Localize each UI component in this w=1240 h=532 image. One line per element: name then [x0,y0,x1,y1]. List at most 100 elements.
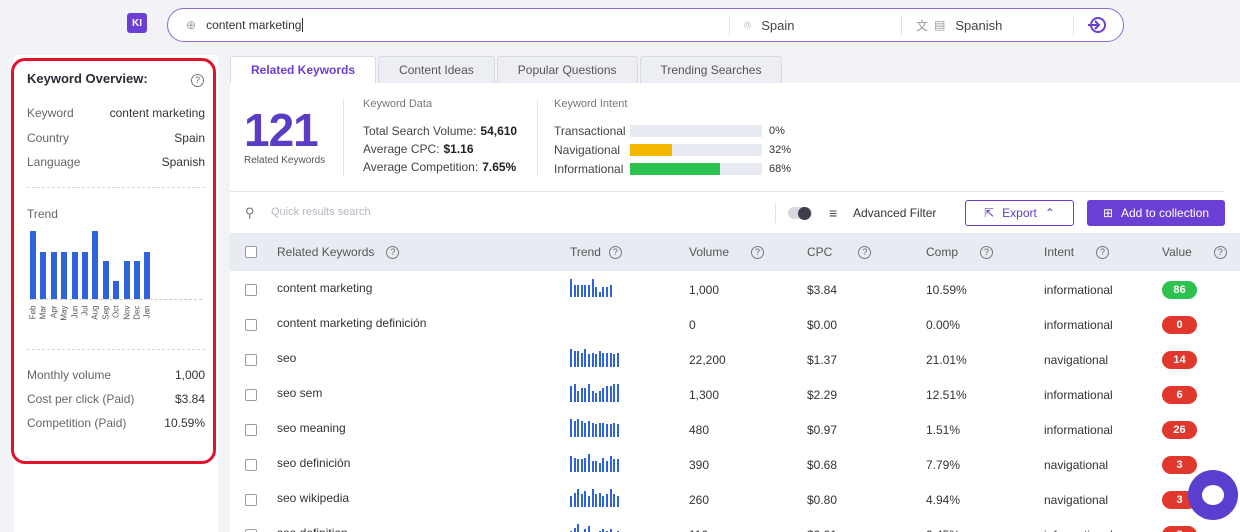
col-trend-header[interactable]: Trend? [570,245,622,259]
trend-sparkline [570,524,619,532]
divider [343,100,344,176]
export-label: Export [1002,206,1037,220]
sparkline-bar [580,387,583,402]
sparkline-bar [587,420,590,437]
value-badge: 86 [1162,281,1197,299]
export-button[interactable]: ⇱ Export ⌃ [965,200,1074,226]
intent-cell: informational [1044,318,1113,332]
chat-button[interactable] [1188,470,1238,520]
filter-icon[interactable]: ≡ [829,205,837,221]
value-badge: 8 [1162,526,1197,532]
keyword-link[interactable]: seo sem [277,386,322,400]
comp-cell: 1.51% [926,423,961,437]
volume-cell: 0 [689,318,696,332]
intent-bar-fill [630,163,720,175]
col-volume-header[interactable]: Volume? [689,245,765,259]
intent-cell: navigational [1044,493,1109,507]
keyword-link[interactable]: seo wikipedia [277,491,349,505]
trend-bar [144,252,151,299]
keyword-link[interactable]: content marketing [277,281,372,295]
trend-bar [81,252,88,299]
tab-trending-searches[interactable]: Trending Searches [639,56,783,83]
row-checkbox[interactable] [245,319,257,331]
sparkline-bar [595,461,598,472]
sparkline-bar [602,457,605,472]
row-checkbox[interactable] [245,354,257,366]
divider [27,187,205,188]
trend-month-label: Aug [90,305,100,320]
trend-bar [30,231,36,299]
tab-related-keywords[interactable]: Related Keywords [230,56,377,83]
trend-bar [113,280,120,299]
row-checkbox[interactable] [245,284,257,296]
sparkline-bar [598,422,601,437]
sparkline-bar [584,457,587,472]
sparkline-bar [595,494,598,507]
sparkline-bar [573,350,576,367]
trend-sparkline [570,419,619,437]
comp-cell: 12.51% [926,388,967,402]
tab-popular-questions[interactable]: Popular Questions [496,56,638,83]
intent-bar-track [630,125,762,137]
volume-cell: 390 [689,458,710,472]
sparkline-bar [605,352,608,367]
trend-sparkline [570,489,619,507]
row-checkbox[interactable] [245,494,257,506]
row-checkbox[interactable] [245,389,257,401]
overview-language-row: Language Spanish [27,155,205,169]
app-logo[interactable]: KI [127,13,147,33]
sparkline-bar [591,279,594,297]
sparkline-bar [577,350,580,367]
sparkline-bar [605,461,608,472]
intent-cell: informational [1044,528,1113,532]
col-comp-header[interactable]: Comp? [926,245,994,259]
select-all-checkbox[interactable] [245,246,257,258]
keyword-link[interactable]: seo definition [277,526,348,532]
language-select[interactable]: 文 ▤ Spanish [902,15,1074,35]
overview-keyword-row: Keyword content marketing [27,106,205,120]
divider [537,100,538,176]
value-badge: 6 [1162,386,1197,404]
sparkline-bar [609,284,612,297]
intent-bar-fill [630,144,673,156]
sparkline-bar [616,424,619,437]
cpc-cell: $3.84 [807,283,838,297]
comp-cell: 7.79% [926,458,961,472]
tab-content-ideas[interactable]: Content Ideas [378,56,495,83]
overview-help-icon[interactable]: ? [191,72,204,87]
trend-bar [61,252,68,299]
trend-month-label: Sep [101,305,111,320]
sparkline-bar [587,284,590,297]
intent-cell: navigational [1044,353,1109,367]
col-keyword-header[interactable]: Related Keywords? [277,245,400,259]
search-submit-button[interactable] [1074,15,1120,35]
help-icon: ? [386,245,400,259]
row-checkbox[interactable] [245,459,257,471]
sparkline-bar [595,354,598,367]
col-intent-header[interactable]: Intent? [1044,245,1110,259]
keyword-link[interactable]: seo meaning [277,421,346,435]
country-select[interactable]: ⌾ Spain [730,15,902,35]
col-cpc-header[interactable]: CPC? [807,245,872,259]
sparkline-bar [570,496,572,507]
keyword-link[interactable]: seo [277,351,296,365]
keyword-link[interactable]: seo definición [277,456,350,470]
sparkline-bar [587,384,590,402]
add-to-collection-label: Add to collection [1121,206,1210,220]
add-to-collection-button[interactable]: ⊞ Add to collection [1087,200,1225,226]
sparkline-bar [584,284,587,297]
row-checkbox[interactable] [245,424,257,436]
sparkline-bar [577,391,580,402]
sparkline-bar [613,459,616,472]
trend-month-label: Mar [38,305,48,320]
intent-row: Informational 68% [554,162,791,176]
keyword-link[interactable]: content marketing definición [277,316,426,330]
trend-bar [123,260,130,299]
advanced-filter-button[interactable]: Advanced Filter [853,206,936,220]
quick-search-input[interactable]: Quick results search [271,206,371,218]
sparkline-bar [591,422,594,437]
related-keywords-count-label: Related Keywords [244,155,326,166]
keyword-input[interactable]: ⊕ content marketing [168,15,730,35]
col-value-header[interactable]: Value? [1162,245,1227,259]
filter-toggle[interactable] [788,207,812,220]
